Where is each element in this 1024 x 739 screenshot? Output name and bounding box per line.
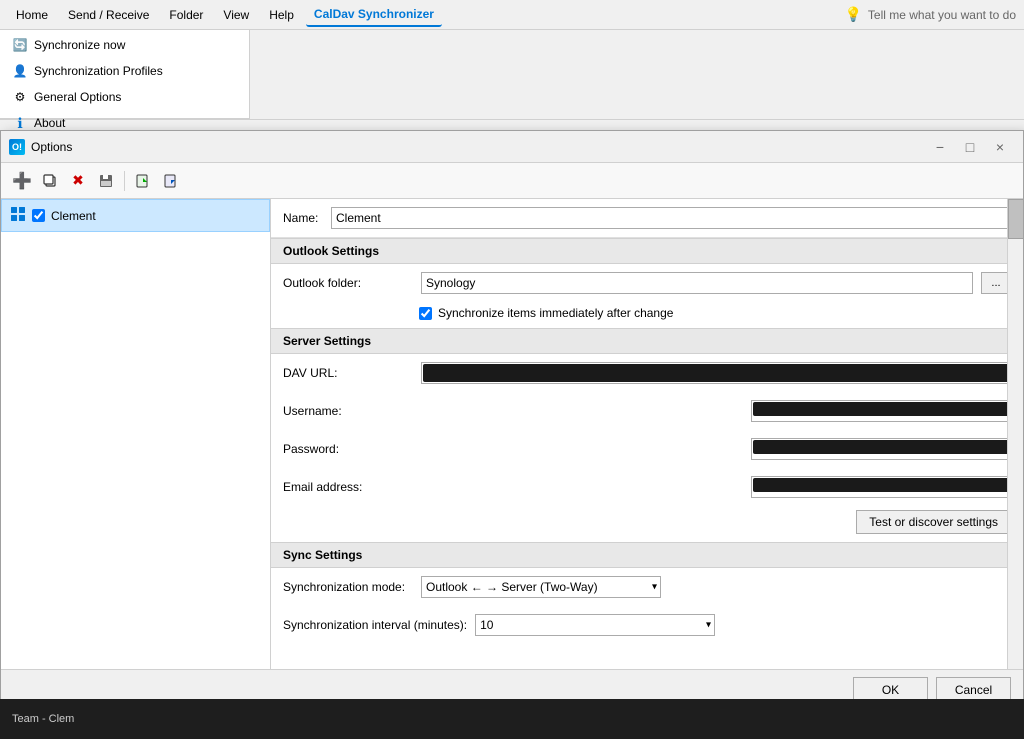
- menu-item-sync-profiles[interactable]: 👤 Synchronization Profiles: [0, 58, 249, 84]
- dialog-icon: O!: [9, 139, 25, 155]
- delete-button[interactable]: ✖: [65, 168, 91, 194]
- caldav-dropdown: 🔄 Synchronize now 👤 Synchronization Prof…: [0, 30, 250, 119]
- username-redacted: [753, 402, 1009, 416]
- sync-mode-row: Synchronization mode: Outlook ← → Server…: [271, 568, 1023, 606]
- menu-help[interactable]: Help: [261, 4, 302, 26]
- sync-interval-label: Synchronization interval (minutes):: [283, 618, 467, 632]
- settings-panel: Name: Outlook Settings Outlook folder: .…: [271, 199, 1023, 709]
- search-placeholder: Tell me what you want to do: [868, 8, 1016, 22]
- copy-button[interactable]: [37, 168, 63, 194]
- menu-caldav[interactable]: CalDav Synchronizer: [306, 3, 442, 27]
- menu-item-sync-profiles-label: Synchronization Profiles: [34, 64, 163, 78]
- sync-immediately-row: Synchronize items immediately after chan…: [271, 302, 1023, 328]
- spacer: [271, 644, 1023, 668]
- dialog-controls: − □ ×: [925, 133, 1015, 161]
- dialog-titlebar: O! Options − □ ×: [1, 131, 1023, 163]
- menu-item-synchronize-now[interactable]: 🔄 Synchronize now: [0, 32, 249, 58]
- sync-mode-label: Synchronization mode:: [283, 580, 413, 594]
- username-label: Username:: [283, 404, 413, 418]
- sync-icon: 🔄: [12, 37, 28, 53]
- dav-url-row: DAV URL:: [271, 354, 1023, 392]
- name-row: Name:: [271, 199, 1023, 238]
- taskbar: Team - Clem: [0, 699, 1024, 739]
- menu-send-receive[interactable]: Send / Receive: [60, 4, 157, 26]
- outlook-folder-input[interactable]: [421, 272, 973, 294]
- dialog-overlay: O! Options − □ × ➕ ✖: [0, 130, 1024, 739]
- sync-mode-select[interactable]: Outlook ← → Server (Two-Way) Outlook → S…: [421, 576, 661, 598]
- menu-item-about-label: About: [34, 116, 65, 130]
- export-button[interactable]: [130, 168, 156, 194]
- sync-immediately-label: Synchronize items immediately after chan…: [438, 306, 673, 320]
- options-icon: ⚙: [12, 89, 28, 105]
- name-label: Name:: [283, 211, 323, 225]
- lightbulb-icon: 💡: [844, 6, 861, 23]
- profile-item-clement[interactable]: Clement: [1, 199, 270, 232]
- profile-name: Clement: [51, 209, 96, 223]
- outlook-folder-label: Outlook folder:: [283, 276, 413, 290]
- toolbar-separator-1: [124, 171, 125, 191]
- email-redacted: [753, 478, 1009, 492]
- taskbar-text: Team - Clem: [12, 713, 74, 725]
- test-discover-button[interactable]: Test or discover settings: [856, 510, 1011, 534]
- options-dialog: O! Options − □ × ➕ ✖: [0, 130, 1024, 710]
- name-input[interactable]: [331, 207, 1011, 229]
- password-redacted: [753, 440, 1009, 454]
- profile-list: Clement: [1, 199, 271, 709]
- save-button[interactable]: [93, 168, 119, 194]
- menu-item-general-options-label: General Options: [34, 90, 121, 104]
- sync-interval-wrapper: 10 15 30 60: [475, 614, 715, 636]
- scroll-thumb[interactable]: [1008, 199, 1023, 239]
- sync-mode-wrapper: Outlook ← → Server (Two-Way) Outlook → S…: [421, 576, 661, 598]
- email-row: Email address:: [271, 468, 1023, 506]
- menu-folder[interactable]: Folder: [161, 4, 211, 26]
- menu-item-synchronize-now-label: Synchronize now: [34, 38, 125, 52]
- sync-settings-header: Sync Settings: [271, 542, 1023, 568]
- outlook-settings-header: Outlook Settings: [271, 238, 1023, 264]
- dav-url-redacted: [423, 364, 1009, 382]
- close-button[interactable]: ×: [985, 133, 1015, 161]
- server-settings-header: Server Settings: [271, 328, 1023, 354]
- sync-interval-row: Synchronization interval (minutes): 10 1…: [271, 606, 1023, 644]
- dialog-title: Options: [31, 140, 72, 154]
- password-label: Password:: [283, 442, 413, 456]
- maximize-button[interactable]: □: [955, 133, 985, 161]
- dav-url-label: DAV URL:: [283, 366, 413, 380]
- minimize-button[interactable]: −: [925, 133, 955, 161]
- import-button[interactable]: [158, 168, 184, 194]
- menu-home[interactable]: Home: [8, 4, 56, 26]
- menu-bar: Home Send / Receive Folder View Help Cal…: [0, 0, 1024, 30]
- scrollbar[interactable]: [1007, 199, 1023, 709]
- profile-checkbox[interactable]: [32, 209, 45, 222]
- menu-view[interactable]: View: [215, 4, 257, 26]
- profiles-icon: 👤: [12, 63, 28, 79]
- menu-item-general-options[interactable]: ⚙ General Options: [0, 84, 249, 110]
- search-bar: 💡 Tell me what you want to do: [844, 6, 1016, 23]
- profile-grid-icon: [10, 206, 26, 225]
- password-row: Password:: [271, 430, 1023, 468]
- username-row: Username:: [271, 392, 1023, 430]
- outlook-folder-row: Outlook folder: ...: [271, 264, 1023, 302]
- dialog-title-left: O! Options: [9, 139, 72, 155]
- add-button[interactable]: ➕: [9, 168, 35, 194]
- email-label: Email address:: [283, 480, 413, 494]
- toolbar: ➕ ✖: [1, 163, 1023, 199]
- sync-immediately-checkbox[interactable]: [419, 307, 432, 320]
- test-btn-row: Test or discover settings: [271, 506, 1023, 542]
- sync-interval-select[interactable]: 10 15 30 60: [475, 614, 715, 636]
- dialog-content: Clement Name: Outlook Settings Outlook f…: [1, 199, 1023, 709]
- about-icon: ℹ: [12, 115, 28, 131]
